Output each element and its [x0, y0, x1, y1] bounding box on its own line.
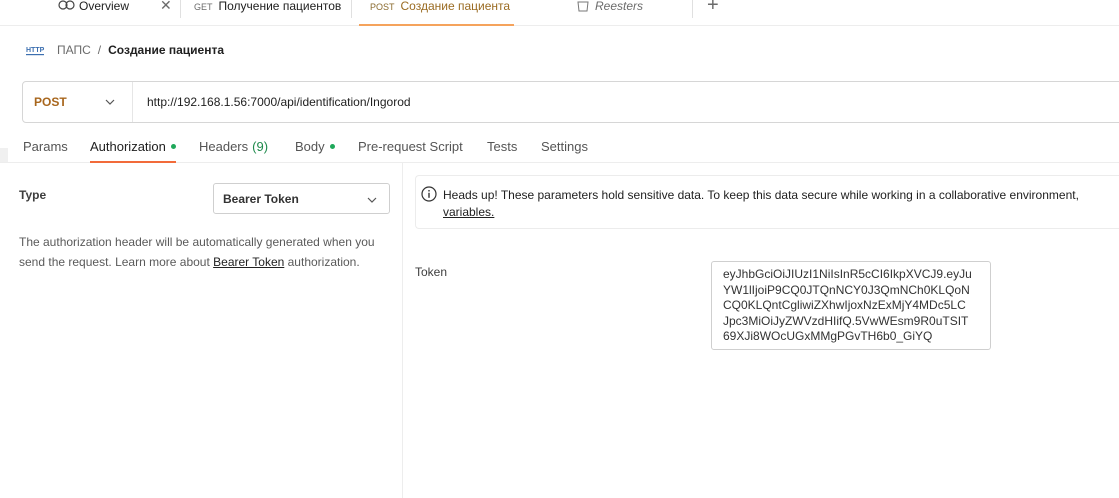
url-bar: POST — [22, 81, 1119, 123]
tab-tests[interactable]: Tests — [487, 138, 517, 155]
variables-link[interactable]: variables. — [443, 205, 494, 219]
tab-method-get: GET — [194, 2, 213, 12]
tab-overview[interactable]: Overview — [58, 0, 129, 26]
auth-description: The authorization header will be automat… — [19, 232, 389, 272]
auth-description-suffix: authorization. — [284, 255, 360, 269]
close-icon[interactable]: ✕ — [160, 0, 172, 14]
tab-headers-label: Headers — [199, 139, 249, 154]
tab-authorization-label: Authorization — [90, 139, 166, 154]
tab-tests-label: Tests — [487, 139, 518, 154]
tab-body-label: Body — [295, 139, 325, 154]
chevron-down-icon — [105, 99, 115, 105]
headers-count: (9) — [252, 139, 269, 154]
info-icon — [421, 186, 437, 202]
method-value: POST — [34, 95, 67, 109]
token-line: Jpc3MiOiJyZWVzdHIifQ.5VwWEsm9R0uTSIT — [723, 313, 969, 328]
tab-pre-request-label: Pre-request Script — [358, 139, 463, 154]
token-input[interactable]: eyJhbGciOiJIUzI1NiIsInR5cCI6IkpXVCJ9.eyJ… — [711, 261, 991, 350]
token-line: eyJhbGciOiJIUzI1NiIsInR5cCI6IkpXVCJ9.eyJ… — [723, 267, 972, 281]
token-label: Token — [415, 265, 448, 279]
breadcrumb-parent[interactable]: ПАПС — [57, 43, 91, 57]
active-tab-indicator — [90, 161, 176, 163]
tab-create-patient-label: Создание пациента — [400, 0, 511, 13]
tab-overview-label: Overview — [79, 0, 130, 13]
token-line: CQ0KLQntCgliwiZXhwIjoxNzExMjY4MDc5LC — [723, 298, 966, 312]
tab-get-patients-label: Получение пациентов — [218, 0, 342, 13]
tab-divider — [692, 0, 693, 18]
tab-strip: Overview ✕ GET Получение пациентов POST … — [0, 0, 1119, 26]
auth-type-dropdown[interactable]: Bearer Token — [213, 183, 390, 214]
tab-method-post: POST — [370, 2, 395, 12]
auth-type-label: Type — [19, 188, 47, 202]
auth-type-value: Bearer Token — [223, 191, 299, 206]
url-input[interactable] — [147, 95, 1047, 109]
request-tabs: Params Authorization Headers (9) Body Pr… — [0, 130, 1119, 163]
tab-params-label: Params — [23, 139, 68, 154]
panel-divider[interactable] — [402, 163, 403, 498]
sensitive-data-notice: Heads up! These parameters hold sensitiv… — [415, 175, 1119, 229]
panel-gutter — [0, 148, 8, 162]
new-tab-plus-icon[interactable]: + — [707, 0, 719, 17]
tab-divider — [351, 0, 352, 18]
collection-icon — [577, 1, 589, 12]
tab-authorization[interactable]: Authorization — [90, 138, 176, 155]
svg-text:HTTP: HTTP — [26, 47, 45, 54]
bearer-token-link[interactable]: Bearer Token — [213, 255, 284, 269]
tab-pre-request-script[interactable]: Pre-request Script — [358, 138, 463, 155]
token-line: 69XJi8WOcUGxMMgPGvTH6b0_GiYQ — [723, 329, 933, 343]
tab-divider — [180, 0, 181, 18]
status-dot — [170, 144, 176, 149]
method-dropdown[interactable]: POST — [23, 82, 133, 122]
tab-params[interactable]: Params — [23, 138, 68, 155]
chevron-down-icon — [367, 197, 377, 203]
token-line: YW1lIjoiP9CQ0JTQnNCY0J3QmNCh0KLQoN — [723, 282, 970, 297]
overview-icon — [58, 0, 75, 10]
status-dot — [329, 144, 335, 149]
http-request-icon: HTTP — [26, 47, 45, 56]
breadcrumb-separator: / — [97, 43, 102, 57]
page-title[interactable]: Создание пациента — [108, 43, 224, 57]
tab-reesters[interactable]: Reesters — [577, 0, 643, 26]
breadcrumb: HTTP ПАПС / Создание пациента — [26, 40, 224, 60]
tab-settings[interactable]: Settings — [541, 138, 588, 155]
tab-headers[interactable]: Headers (9) — [199, 138, 268, 155]
notice-text: Heads up! These parameters hold sensitiv… — [443, 188, 1079, 202]
tab-create-patient[interactable]: POST Создание пациента — [359, 0, 514, 26]
tab-body[interactable]: Body — [295, 138, 335, 155]
tab-reesters-label: Reesters — [595, 0, 644, 13]
tab-get-patients[interactable]: GET Получение пациентов — [194, 0, 341, 26]
tab-settings-label: Settings — [541, 139, 588, 154]
